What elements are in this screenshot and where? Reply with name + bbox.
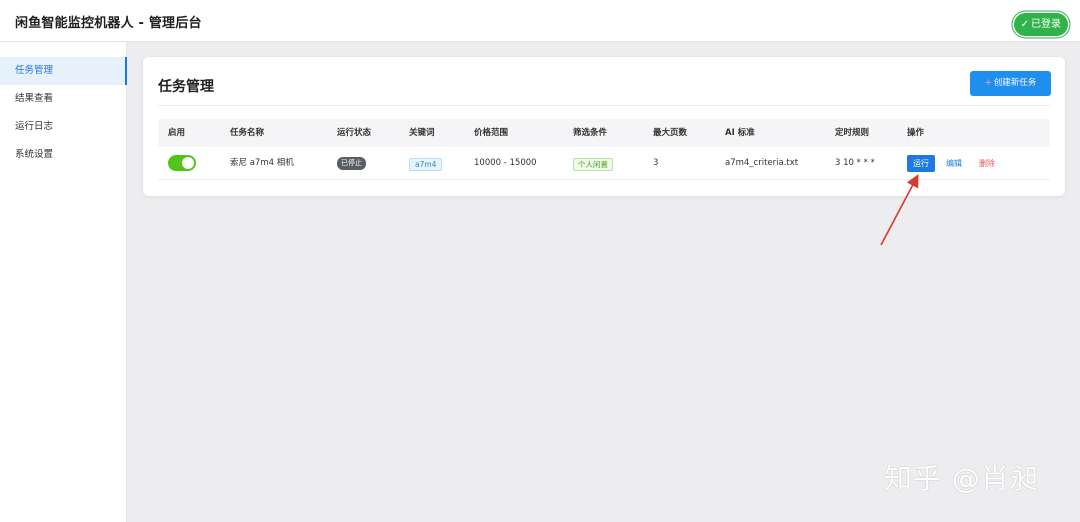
annotation-arrow [880, 174, 919, 246]
watermark-text: 知乎 @肖昶 [884, 462, 1039, 495]
